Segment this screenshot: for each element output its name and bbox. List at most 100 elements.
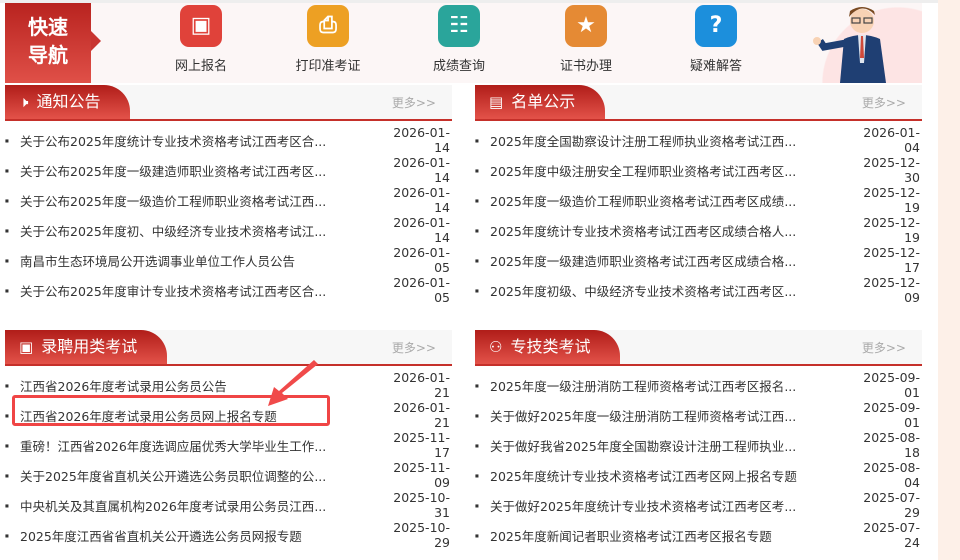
item-date: 2025-07-24 bbox=[863, 520, 920, 550]
bullet-icon: ■ bbox=[475, 197, 479, 203]
bullet-icon: ■ bbox=[475, 442, 479, 448]
bullet-icon: ■ bbox=[475, 167, 479, 173]
item-title[interactable]: 2025年度一级造价工程师职业资格考试江西考区成绩... bbox=[490, 191, 850, 210]
more-link[interactable]: 更多>> bbox=[392, 339, 436, 356]
item-title[interactable]: 2025年度江西省省直机关公开遴选公务员网报专题 bbox=[20, 526, 380, 545]
list-item[interactable]: ■ 关于2025年度省直机关公开遴选公务员职位调整的公... 2025-11-09 bbox=[5, 460, 452, 490]
panel-tab[interactable]: ▤ 名单公示 bbox=[475, 85, 606, 119]
question-icon: ? bbox=[695, 5, 737, 47]
bullet-icon: ■ bbox=[475, 472, 479, 478]
bullet-icon: ■ bbox=[5, 532, 9, 538]
item-title[interactable]: 2025年度统计专业技术资格考试江西考区成绩合格人... bbox=[490, 221, 850, 240]
panel-0: 🕨 通知公告 更多>> ■ 关于公布2025年度统计专业技术资格考试江西考区合... 20… bbox=[5, 85, 452, 305]
list-item[interactable]: ■ 2025年度统计专业技术资格考试江西考区成绩合格人... 2025-12-19 bbox=[475, 215, 922, 245]
arrow-annotation bbox=[268, 360, 318, 406]
item-title[interactable]: 关于公布2025年度初、中级经济专业技术资格考试江... bbox=[20, 221, 380, 240]
item-title[interactable]: 关于做好2025年度一级注册消防工程师资格考试江西... bbox=[490, 406, 850, 425]
panel-tab[interactable]: ⚇ 专技类考试 bbox=[475, 330, 621, 364]
item-title[interactable]: 关于公布2025年度审计专业技术资格考试江西考区合... bbox=[20, 281, 380, 300]
list-item[interactable]: ■ 关于做好2025年度统计专业技术资格考试江西考区考... 2025-07-29 bbox=[475, 490, 922, 520]
item-title[interactable]: 2025年度初级、中级经济专业技术资格考试江西考区... bbox=[490, 281, 850, 300]
list-item[interactable]: ■ 关于做好我省2025年度全国勘察设计注册工程师执业... 2025-08-18 bbox=[475, 430, 922, 460]
list-item[interactable]: ■ 重磅！江西省2026年度选调应届优秀大学毕业生工作... 2025-11-17 bbox=[5, 430, 452, 460]
nav-item-3[interactable]: ★ 证书办理 bbox=[536, 5, 636, 74]
panel-tab[interactable]: 🕨 通知公告 bbox=[5, 85, 131, 119]
bullet-icon: ■ bbox=[475, 137, 479, 143]
list-item[interactable]: ■ 2025年度中级注册安全工程师职业资格考试江西考区... 2025-12-30 bbox=[475, 155, 922, 185]
list-item[interactable]: ■ 关于公布2025年度一级建造师职业资格考试江西考区... 2026-01-14 bbox=[5, 155, 452, 185]
item-date: 2025-09-01 bbox=[863, 370, 920, 400]
item-date: 2026-01-14 bbox=[393, 155, 450, 185]
list-item[interactable]: ■ 关于公布2025年度统计专业技术资格考试江西考区合... 2026-01-14 bbox=[5, 125, 452, 155]
panel-title: 录聘用类考试 bbox=[41, 337, 138, 356]
bullet-icon: ■ bbox=[5, 197, 9, 203]
item-title[interactable]: 2025年度中级注册安全工程师职业资格考试江西考区... bbox=[490, 161, 850, 180]
bullet-icon: ■ bbox=[475, 502, 479, 508]
monitor-icon: ▣ bbox=[180, 5, 222, 47]
list-item[interactable]: ■ 2025年度一级建造师职业资格考试江西考区成绩合格... 2025-12-17 bbox=[475, 245, 922, 275]
list-item[interactable]: ■ 关于做好2025年度一级注册消防工程师资格考试江西... 2025-09-01 bbox=[475, 400, 922, 430]
panel-3: ⚇ 专技类考试 更多>> ■ 2025年度一级注册消防工程师资格考试江西考区报名... 2… bbox=[475, 330, 922, 550]
item-title[interactable]: 南昌市生态环境局公开选调事业单位工作人员公告 bbox=[20, 251, 380, 270]
user-group-icon: ⚇ bbox=[489, 338, 503, 356]
panel-title: 专技类考试 bbox=[510, 337, 591, 356]
list-item[interactable]: ■ 2025年度江西省省直机关公开遴选公务员网报专题 2025-10-29 bbox=[5, 520, 452, 550]
more-link[interactable]: 更多>> bbox=[862, 94, 906, 111]
list-item[interactable]: ■ 关于公布2025年度初、中级经济专业技术资格考试江... 2026-01-14 bbox=[5, 215, 452, 245]
bullet-icon: ■ bbox=[475, 412, 479, 418]
item-title[interactable]: 2025年度一级注册消防工程师资格考试江西考区报名... bbox=[490, 376, 850, 395]
item-title[interactable]: 重磅！江西省2026年度选调应届优秀大学毕业生工作... bbox=[20, 436, 380, 455]
speaker-icon: 🕨 bbox=[19, 93, 29, 111]
item-title[interactable]: 关于2025年度省直机关公开遴选公务员职位调整的公... bbox=[20, 466, 380, 485]
nav-item-label: 证书办理 bbox=[559, 59, 612, 74]
item-title[interactable]: 2025年度统计专业技术资格考试江西考区网上报名专题 bbox=[490, 466, 850, 485]
list-item[interactable]: ■ 2025年度全国勘察设计注册工程师执业资格考试江西... 2026-01-04 bbox=[475, 125, 922, 155]
item-title[interactable]: 关于做好我省2025年度全国勘察设计注册工程师执业... bbox=[490, 436, 850, 455]
bullet-icon: ■ bbox=[475, 382, 479, 388]
panel-header: ▣ 录聘用类考试 更多>> bbox=[5, 330, 452, 366]
nav-item-4[interactable]: ? 疑难解答 bbox=[666, 5, 766, 74]
item-date: 2025-09-01 bbox=[863, 400, 920, 430]
bullet-icon: ■ bbox=[5, 137, 9, 143]
bullet-icon: ■ bbox=[5, 502, 9, 508]
more-link[interactable]: 更多>> bbox=[862, 339, 906, 356]
item-title[interactable]: 2025年度一级建造师职业资格考试江西考区成绩合格... bbox=[490, 251, 850, 270]
item-title[interactable]: 关于公布2025年度一级建造师职业资格考试江西考区... bbox=[20, 161, 380, 180]
item-title[interactable]: 中央机关及其直属机构2026年度考试录用公务员江西... bbox=[20, 496, 380, 515]
panel-tab[interactable]: ▣ 录聘用类考试 bbox=[5, 330, 168, 364]
list-item[interactable]: ■ 2025年度新闻记者职业资格考试江西考区报名专题 2025-07-24 bbox=[475, 520, 922, 550]
bullet-icon: ■ bbox=[5, 382, 9, 388]
list-item[interactable]: ■ 关于公布2025年度审计专业技术资格考试江西考区合... 2026-01-05 bbox=[5, 275, 452, 305]
certificate-icon: ★ bbox=[565, 5, 607, 47]
panel-title: 通知公告 bbox=[36, 92, 101, 111]
item-date: 2026-01-04 bbox=[863, 125, 920, 155]
more-link[interactable]: 更多>> bbox=[392, 94, 436, 111]
panel-2: ▣ 录聘用类考试 更多>> ■ 江西省2026年度考试录用公务员公告 2026-01-21… bbox=[5, 330, 452, 550]
nav-item-0[interactable]: ▣ 网上报名 bbox=[151, 5, 251, 74]
list-item[interactable]: ■ 2025年度初级、中级经济专业技术资格考试江西考区... 2025-12-09 bbox=[475, 275, 922, 305]
bullet-icon: ■ bbox=[475, 532, 479, 538]
item-title[interactable]: 2025年度全国勘察设计注册工程师执业资格考试江西... bbox=[490, 131, 850, 150]
nav-item-label: 打印准考证 bbox=[295, 59, 361, 74]
bullet-icon: ■ bbox=[475, 287, 479, 293]
list-item[interactable]: ■ 南昌市生态环境局公开选调事业单位工作人员公告 2026-01-05 bbox=[5, 245, 452, 275]
list-item[interactable]: ■ 2025年度统计专业技术资格考试江西考区网上报名专题 2025-08-04 bbox=[475, 460, 922, 490]
item-date: 2026-01-14 bbox=[393, 215, 450, 245]
list-item[interactable]: ■ 2025年度一级注册消防工程师资格考试江西考区报名... 2025-09-01 bbox=[475, 370, 922, 400]
document-icon: ▤ bbox=[489, 93, 504, 111]
item-date: 2025-12-30 bbox=[863, 155, 920, 185]
list-item[interactable]: ■ 2025年度一级造价工程师职业资格考试江西考区成绩... 2025-12-19 bbox=[475, 185, 922, 215]
list-item[interactable]: ■ 中央机关及其直属机构2026年度考试录用公务员江西... 2025-10-31 bbox=[5, 490, 452, 520]
item-title[interactable]: 2025年度新闻记者职业资格考试江西考区报名专题 bbox=[490, 526, 850, 545]
item-title[interactable]: 关于公布2025年度统计专业技术资格考试江西考区合... bbox=[20, 131, 380, 150]
quick-nav-title: 快速导航 bbox=[5, 3, 101, 83]
panel-1: ▤ 名单公示 更多>> ■ 2025年度全国勘察设计注册工程师执业资格考试江西... 20… bbox=[475, 85, 922, 305]
item-title[interactable]: 关于公布2025年度一级造价工程师职业资格考试江西... bbox=[20, 191, 380, 210]
item-title[interactable]: 关于做好2025年度统计专业技术资格考试江西考区考... bbox=[490, 496, 850, 515]
nav-item-2[interactable]: ☷ 成绩查询 bbox=[409, 5, 509, 74]
item-date: 2025-08-04 bbox=[863, 460, 920, 490]
nav-item-1[interactable]: ⎙ 打印准考证 bbox=[278, 5, 378, 74]
list-item[interactable]: ■ 关于公布2025年度一级造价工程师职业资格考试江西... 2026-01-14 bbox=[5, 185, 452, 215]
side-strip bbox=[938, 0, 960, 560]
panel-header: ▤ 名单公示 更多>> bbox=[475, 85, 922, 121]
